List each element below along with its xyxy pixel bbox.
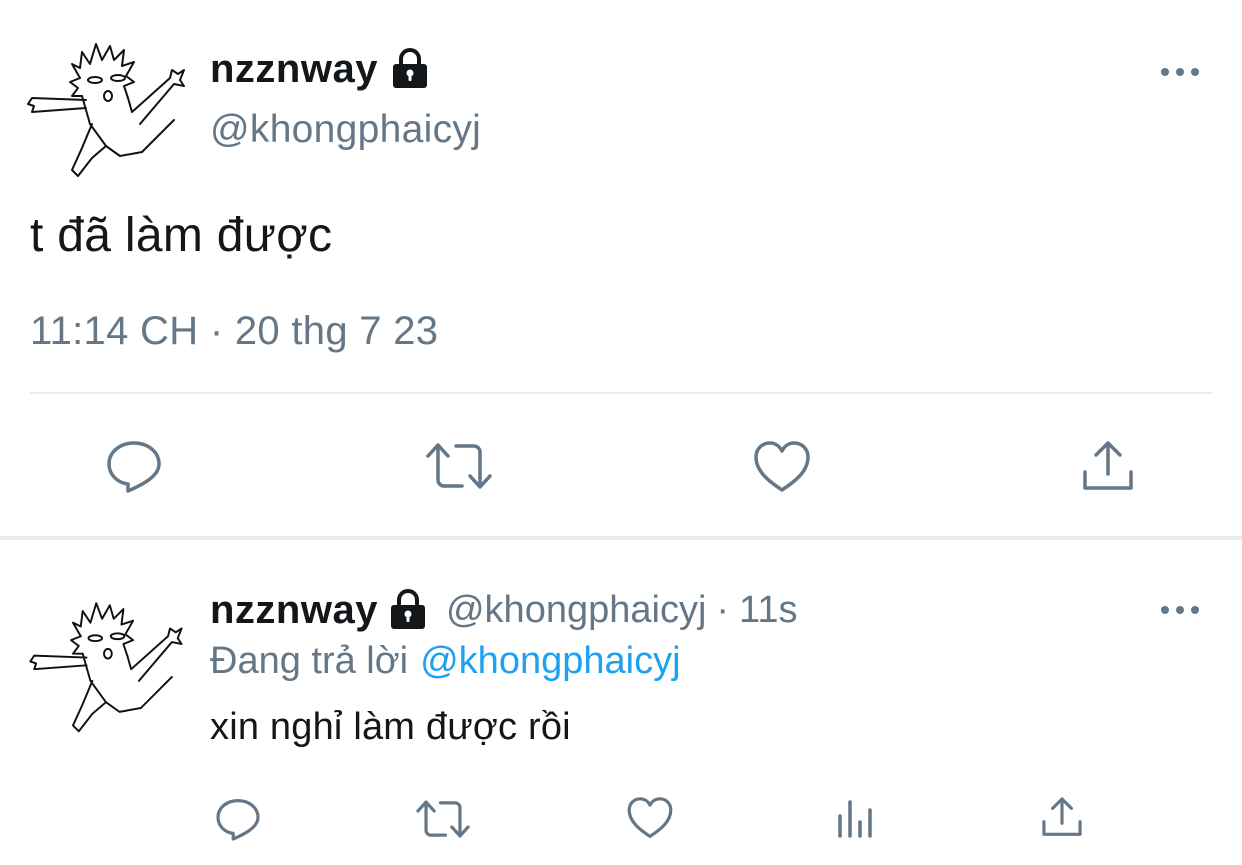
replying-target-link[interactable]: @khongphaicyj	[420, 640, 680, 682]
reply-icon[interactable]	[214, 796, 262, 842]
divider	[30, 392, 1212, 394]
like-icon[interactable]	[626, 796, 674, 840]
lock-icon	[388, 588, 428, 632]
lock-icon	[390, 47, 430, 91]
timestamp[interactable]: 11:14 CH · 20 thg 7 23	[30, 309, 438, 354]
display-name[interactable]: nzznway	[210, 47, 378, 92]
like-icon[interactable]	[752, 440, 812, 494]
reply-header: nzznway @khongphaicyj · 11s	[210, 586, 798, 634]
handle[interactable]: @khongphaicyj	[210, 108, 481, 152]
author-name-row[interactable]: nzznway	[210, 44, 430, 94]
tweet-text: t đã làm được	[30, 209, 333, 262]
analytics-icon[interactable]	[834, 796, 878, 840]
relative-time[interactable]: 11s	[739, 589, 797, 632]
handle[interactable]: @khongphaicyj	[446, 589, 706, 632]
avatar[interactable]	[22, 20, 187, 185]
more-options-icon[interactable]	[1158, 60, 1202, 84]
share-icon[interactable]	[1040, 794, 1084, 840]
share-icon[interactable]	[1080, 438, 1136, 494]
display-name[interactable]: nzznway	[210, 588, 378, 633]
more-options-icon[interactable]	[1158, 598, 1202, 622]
replying-label: Đang trả lời	[210, 640, 409, 682]
reply-tweet[interactable]: nzznway @khongphaicyj · 11s Đang trả lời…	[0, 540, 1242, 865]
tweet-text: xin nghỉ làm được rồi	[210, 706, 571, 748]
retweet-icon[interactable]	[414, 798, 472, 840]
replying-to: Đang trả lời @khongphaicyj	[210, 640, 681, 683]
avatar[interactable]	[22, 580, 187, 740]
main-tweet: nzznway @khongphaicyj t đã làm được 11:1…	[0, 0, 1242, 536]
separator-dot: ·	[716, 588, 730, 631]
retweet-icon[interactable]	[424, 440, 494, 492]
reply-icon[interactable]	[104, 438, 164, 494]
